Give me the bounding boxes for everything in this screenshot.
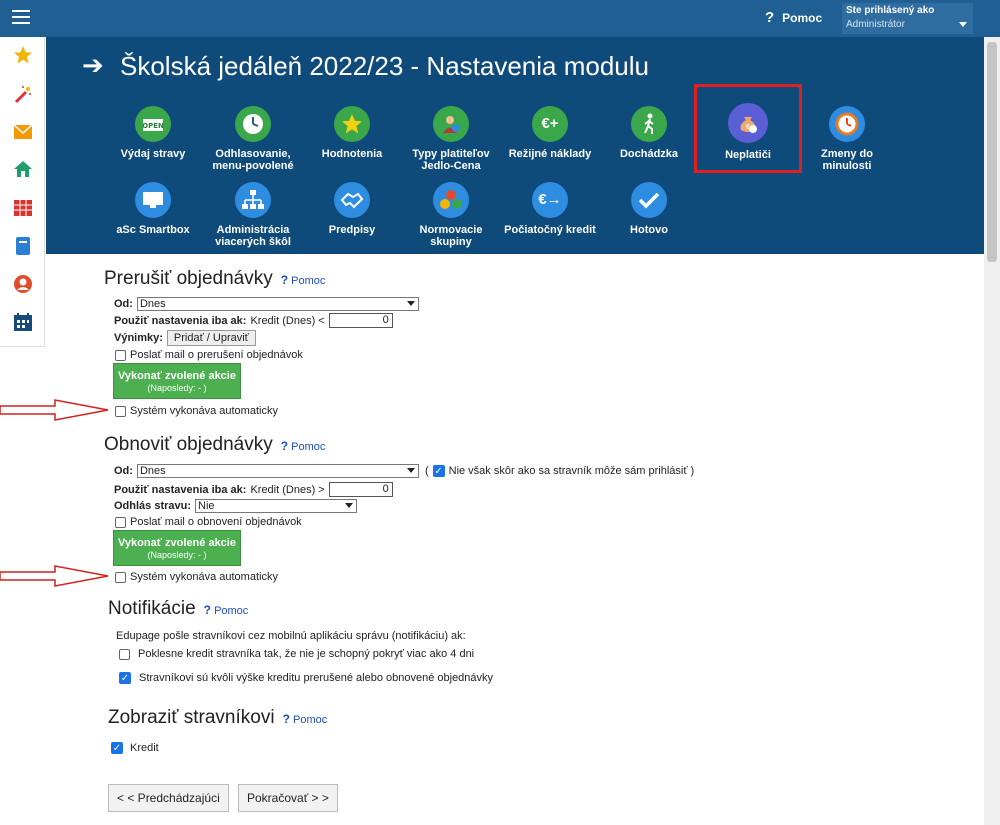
euro-plus-icon: €+ [532,106,568,142]
not-before-checkbox[interactable]: ✓ [432,465,445,477]
mail-icon[interactable] [12,121,34,143]
module-normovacie-skupiny[interactable]: Normovacie skupiny [401,182,501,248]
menu-icon[interactable] [12,10,30,24]
module-smartbox[interactable]: aSc Smartbox [103,182,203,236]
module-predpisy[interactable]: Predpisy [302,182,402,236]
execute-actions-button-prerusit[interactable]: Vykonať zvolené akcie (Naposledy: - ) [113,363,241,399]
previous-button[interactable]: < < Predchádzajúci [108,784,229,812]
add-edit-exceptions-button[interactable]: Pridať / Upraviť [166,330,256,346]
top-bar: ? Pomoc Ste prihlásený ako Administrátor [0,0,1000,37]
chevron-down-icon [959,22,967,27]
section-title-notifikacie: Notifikácie? Pomoc [108,598,249,619]
user-dropdown[interactable]: Ste prihlásený ako Administrátor [842,3,973,34]
home-icon[interactable] [12,158,34,180]
auto-checkbox-prerusit[interactable] [115,405,126,417]
module-hotovo[interactable]: Hotovo [599,182,699,236]
handshake-icon [334,182,370,218]
selected-module-highlight [694,84,802,173]
question-icon: ? [765,9,775,26]
help-link-notifikacie[interactable]: ? Pomoc [204,603,249,617]
red-arrow-annotation [0,399,109,421]
clock-icon [235,106,271,142]
module-administracia[interactable]: Administrácia viacerých škôl [203,182,303,248]
euro-arrow-icon: €→ [532,182,568,218]
star-icon [334,106,370,142]
page-title: Školská jedáleň 2022/23 - Nastavenia mod… [120,51,650,81]
credit-threshold-input-obnovit[interactable]: 0 [328,482,393,497]
open-sign-icon: OPEN [135,106,171,142]
hierarchy-icon [235,182,271,218]
module-vydaj-stravy[interactable]: OPEN Výdaj stravy [103,106,203,160]
section-title-obnovit: Obnoviť objednávky? Pomoc [104,434,326,455]
next-button[interactable]: Pokračovať > > [238,784,338,812]
execute-actions-button-obnovit[interactable]: Vykonať zvolené akcie (Naposledy: - ) [113,530,241,566]
scrollbar-thumb[interactable] [987,42,997,262]
od-select-obnovit[interactable]: Dnes [136,464,419,478]
svg-text:OPEN: OPEN [142,122,164,130]
help-link[interactable]: ? Pomoc [765,9,822,26]
module-header: ➔ Školská jedáleň 2022/23 - Nastavenia m… [46,37,984,254]
person-euro-icon [433,106,469,142]
module-dochadzka[interactable]: Dochádzka [599,106,699,160]
show-credit-checkbox[interactable]: ✓ [111,742,123,754]
star-icon[interactable] [12,44,34,66]
mail-checkbox-prerusit[interactable] [115,349,126,361]
help-link-obnovit[interactable]: ? Pomoc [281,439,326,453]
back-arrow-icon[interactable]: ➔ [82,52,104,78]
walking-icon [631,106,667,142]
module-hodnotenia[interactable]: Hodnotenia [302,106,402,160]
timetable-icon[interactable] [12,197,34,219]
settings-content: Prerušiť objednávky? Pomoc Od: Dnes Použ… [0,254,984,825]
chevron-down-icon [406,468,415,473]
notify-low-credit-checkbox[interactable] [119,648,130,660]
module-zmeny-do-minulosti[interactable]: Zmeny do minulosti [797,106,897,172]
od-select-prerusit[interactable]: Dnes [136,297,419,311]
past-clock-icon [829,106,865,142]
module-pociatocny-kredit[interactable]: €→ Počiatočný kredit [500,182,600,248]
chevron-down-icon [345,503,354,508]
help-link-zobrazit[interactable]: ? Pomoc [283,712,328,726]
chevron-down-icon [406,301,415,306]
mail-checkbox-obnovit[interactable] [115,516,126,528]
section-title-prerusit: Prerušiť objednávky? Pomoc [104,268,326,289]
credit-threshold-input-prerusit[interactable]: 0 [328,313,393,328]
groups-icon [433,182,469,218]
notify-orders-checkbox[interactable]: ✓ [119,672,131,684]
odhlas-select[interactable]: Nie [195,499,358,513]
module-typy-platitelov[interactable]: Typy platiteľov Jedlo-Cena [401,106,501,172]
help-link-prerusit[interactable]: ? Pomoc [281,273,326,287]
scrollbar[interactable] [984,37,1000,825]
red-arrow-annotation [0,565,109,587]
module-odhlasovanie[interactable]: Odhlasovanie, menu-povolené [203,106,303,172]
auto-checkbox-obnovit[interactable] [115,571,126,583]
check-icon [631,182,667,218]
monitor-icon [135,182,171,218]
section-title-zobrazit: Zobraziť stravníkovi? Pomoc [108,707,328,728]
magic-wand-icon[interactable] [12,83,34,105]
module-rezijne-naklady[interactable]: €+ Režijné náklady [500,106,600,160]
